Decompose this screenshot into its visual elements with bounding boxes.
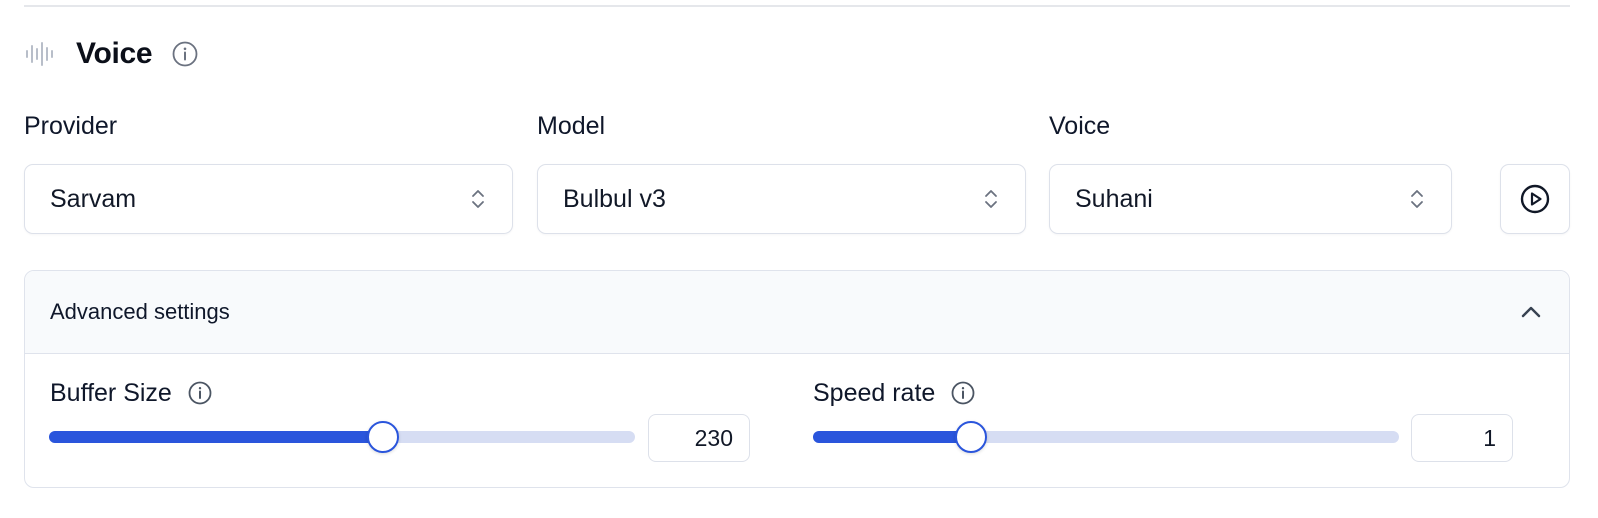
section-title: Voice — [76, 37, 153, 70]
buffer-size-label-row: Buffer Size — [50, 377, 212, 409]
voice-section-header: Voice — [24, 34, 198, 74]
model-select[interactable]: Bulbul v3 — [537, 164, 1026, 234]
voice-select[interactable]: Suhani — [1049, 164, 1452, 234]
info-icon[interactable] — [951, 381, 975, 405]
info-icon[interactable] — [172, 41, 198, 67]
buffer-size-slider-thumb[interactable] — [367, 421, 400, 453]
model-label: Model — [537, 112, 606, 140]
advanced-settings-panel: Advanced settings Buffer Size 230 Speed … — [24, 270, 1570, 488]
voice-label: Voice — [1049, 112, 1111, 140]
speed-rate-slider-fill — [813, 431, 972, 443]
chevron-up-down-icon — [470, 187, 486, 211]
provider-select[interactable]: Sarvam — [24, 164, 513, 234]
model-select-value: Bulbul v3 — [563, 184, 666, 213]
chevron-up-icon — [1519, 300, 1543, 324]
provider-select-value: Sarvam — [50, 184, 137, 213]
speed-rate-slider-thumb[interactable] — [955, 421, 988, 453]
top-divider — [24, 5, 1570, 7]
advanced-settings-title: Advanced settings — [50, 299, 230, 324]
chevron-up-down-icon — [983, 187, 999, 211]
buffer-size-label: Buffer Size — [50, 378, 172, 407]
speed-rate-label-row: Speed rate — [813, 377, 975, 409]
buffer-size-input[interactable]: 230 — [648, 414, 750, 462]
voice-select-value: Suhani — [1075, 184, 1153, 213]
provider-label: Provider — [24, 112, 118, 140]
speed-rate-slider[interactable] — [813, 421, 1399, 453]
play-voice-button[interactable] — [1500, 164, 1570, 234]
info-icon[interactable] — [188, 381, 212, 405]
buffer-size-slider-fill — [49, 431, 384, 443]
chevron-up-down-icon — [1409, 187, 1425, 211]
buffer-size-slider[interactable] — [49, 421, 635, 453]
advanced-settings-toggle[interactable]: Advanced settings — [25, 271, 1569, 354]
speed-rate-input[interactable]: 1 — [1411, 414, 1513, 462]
sound-wave-icon — [24, 38, 56, 70]
speed-rate-label: Speed rate — [813, 378, 936, 407]
play-circle-icon — [1519, 183, 1551, 215]
